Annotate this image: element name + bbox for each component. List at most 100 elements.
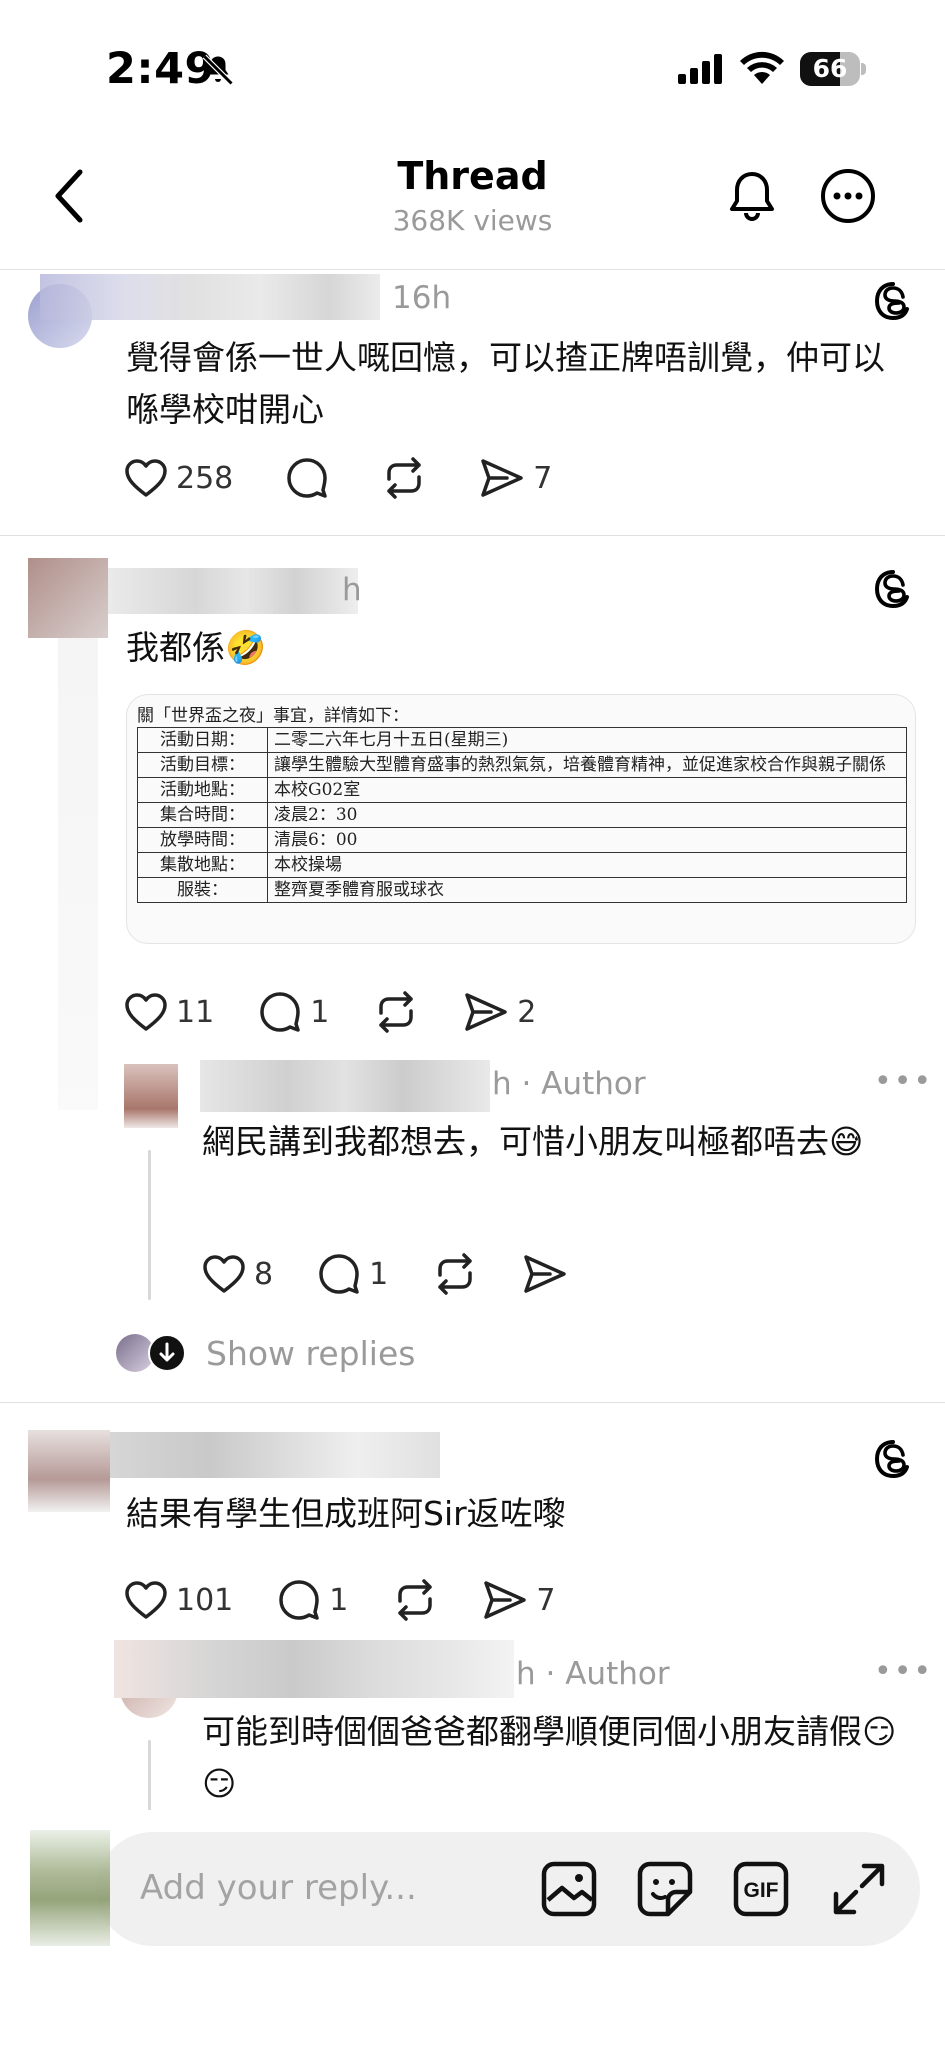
table-row: 服裝： 整齊夏季體育服或球衣 <box>137 877 907 903</box>
post-actions: 101 1 7 <box>124 1578 607 1622</box>
repost-icon <box>387 457 422 499</box>
share-button[interactable]: 2 <box>463 991 536 1033</box>
table-cell: 集合時間： <box>137 802 268 828</box>
status-time: 2:49 <box>106 44 215 94</box>
avatar[interactable] <box>28 558 108 638</box>
comment-button[interactable]: 1 <box>277 1579 348 1621</box>
share-icon <box>481 459 524 497</box>
username-blurred[interactable] <box>200 1060 490 1112</box>
comment-icon <box>279 1580 320 1620</box>
reply-placeholder: Add your reply... <box>140 1868 417 1908</box>
more-icon[interactable] <box>818 166 878 226</box>
reply-composer: Add your reply... GIF <box>0 1810 945 2048</box>
table-cell: 活動日期： <box>137 727 268 753</box>
repost-icon <box>438 1253 472 1295</box>
post-actions: 258 7 <box>124 456 604 500</box>
heart-icon <box>125 459 167 497</box>
post-image[interactable]: 關「世界盃之夜」事宜，詳情如下： 活動日期： 二零二六年七月十五日(星期三) 活動… <box>126 694 916 944</box>
heart-icon <box>125 993 167 1031</box>
more-options-icon[interactable]: ••• <box>874 1064 933 1099</box>
reply-time: h <box>516 1656 536 1692</box>
table-cell: 服裝： <box>137 877 268 903</box>
author-reply: h · Author ••• 可能到時個個爸爸都翻學順便同個小朋友請假😏😏 <box>0 1640 945 1810</box>
reply-text: 可能到時個個爸爸都翻學順便同個小朋友請假😏😏 <box>202 1712 897 1803</box>
table-cell: 活動地點： <box>137 777 268 803</box>
repost-button[interactable] <box>373 991 419 1033</box>
username-blurred[interactable] <box>108 568 358 614</box>
avatar[interactable] <box>28 1430 110 1512</box>
threads-logo-icon <box>874 570 909 609</box>
table-cell: 本校操場 <box>267 852 907 878</box>
more-options-icon[interactable]: ••• <box>874 1654 933 1689</box>
table-cell: 二零二六年七月十五日(星期三) <box>267 727 907 753</box>
post-time: 16h <box>392 280 452 316</box>
comment-icon <box>260 992 300 1032</box>
username-blurred[interactable] <box>114 1640 514 1698</box>
table-cell: 活動目標： <box>137 752 268 778</box>
share-icon <box>484 1581 527 1619</box>
repost-button[interactable] <box>432 1253 478 1295</box>
share-count: 7 <box>533 460 553 496</box>
view-count: 368K views <box>392 204 553 237</box>
reply-count: 1 <box>310 994 330 1030</box>
author-reply: h · Author ••• 網民講到我都想去，可惜小朋友叫極都唔去😅 8 1 <box>0 1060 945 1320</box>
table-cell: 讓學生體驗大型體育盛事的熱烈氣氛，培養體育精神，並促進家校合作與親子關係 <box>267 752 907 778</box>
reply-count: 1 <box>369 1256 389 1292</box>
repost-icon <box>398 1579 433 1621</box>
heart-icon <box>203 1255 245 1293</box>
table-row: 活動目標： 讓學生體驗大型體育盛事的熱烈氣氛，培養體育精神，並促進家校合作與親子關… <box>137 752 907 778</box>
like-count: 11 <box>176 994 215 1030</box>
avatar[interactable] <box>124 1064 178 1128</box>
reply-meta: h · Author <box>516 1656 670 1692</box>
show-replies-button[interactable]: Show replies <box>116 1330 415 1376</box>
share-count: 2 <box>517 994 537 1030</box>
post-time: h <box>342 572 362 608</box>
gif-icon[interactable]: GIF <box>732 1860 790 1918</box>
username-blurred[interactable] <box>40 274 380 320</box>
repost-icon <box>379 991 414 1033</box>
reply-time: h <box>492 1066 512 1102</box>
like-button[interactable]: 101 <box>124 1580 233 1620</box>
repost-button[interactable] <box>392 1579 438 1621</box>
author-badge: · Author <box>521 1066 646 1102</box>
like-count: 101 <box>176 1582 234 1618</box>
table-row: 活動地點： 本校G02室 <box>137 777 907 803</box>
thread-header: Thread 368K views <box>0 130 945 270</box>
share-button[interactable] <box>522 1253 568 1295</box>
comment-icon <box>287 458 328 498</box>
share-button[interactable]: 7 <box>482 1579 555 1621</box>
share-icon <box>465 993 508 1031</box>
image-icon[interactable] <box>540 1860 598 1918</box>
like-count: 8 <box>254 1256 274 1292</box>
table-row: 集合時間： 凌晨2：30 <box>137 802 907 828</box>
comment-button[interactable]: 1 <box>258 991 329 1033</box>
table-cell: 整齊夏季體育服或球衣 <box>267 877 907 903</box>
share-button[interactable]: 7 <box>479 457 552 499</box>
wifi-icon <box>740 51 784 84</box>
threads-logo-icon <box>874 1440 909 1479</box>
reply-text: 網民講到我都想去，可惜小朋友叫極都唔去😅 <box>202 1122 864 1161</box>
svg-text:GIF: GIF <box>744 1879 779 1902</box>
like-button[interactable]: 11 <box>124 992 214 1032</box>
post-actions: 11 1 2 <box>124 990 588 1034</box>
show-replies-label: Show replies <box>206 1333 416 1373</box>
like-button[interactable]: 8 <box>202 1254 273 1294</box>
comment-button[interactable]: 1 <box>317 1253 388 1295</box>
like-button[interactable]: 258 <box>124 458 233 498</box>
table-cell: 集散地點： <box>137 852 268 878</box>
comment-button[interactable] <box>285 457 329 499</box>
table-row: 集散地點： 本校操場 <box>137 852 907 878</box>
expand-icon[interactable] <box>830 1860 888 1918</box>
share-count: 7 <box>536 1582 556 1618</box>
bell-icon[interactable] <box>722 166 782 226</box>
table-cell: 本校G02室 <box>267 777 907 803</box>
username-blurred[interactable] <box>110 1432 440 1478</box>
page-title: Thread <box>397 154 548 198</box>
sticker-icon[interactable] <box>636 1860 694 1918</box>
table-cell: 清晨6：00 <box>267 827 907 853</box>
table-row: 活動日期： 二零二六年七月十五日(星期三) <box>137 727 907 753</box>
author-badge: · Author <box>545 1656 670 1692</box>
repost-button[interactable] <box>381 457 427 499</box>
expand-arrow-icon <box>148 1334 186 1372</box>
like-count: 258 <box>176 460 234 496</box>
